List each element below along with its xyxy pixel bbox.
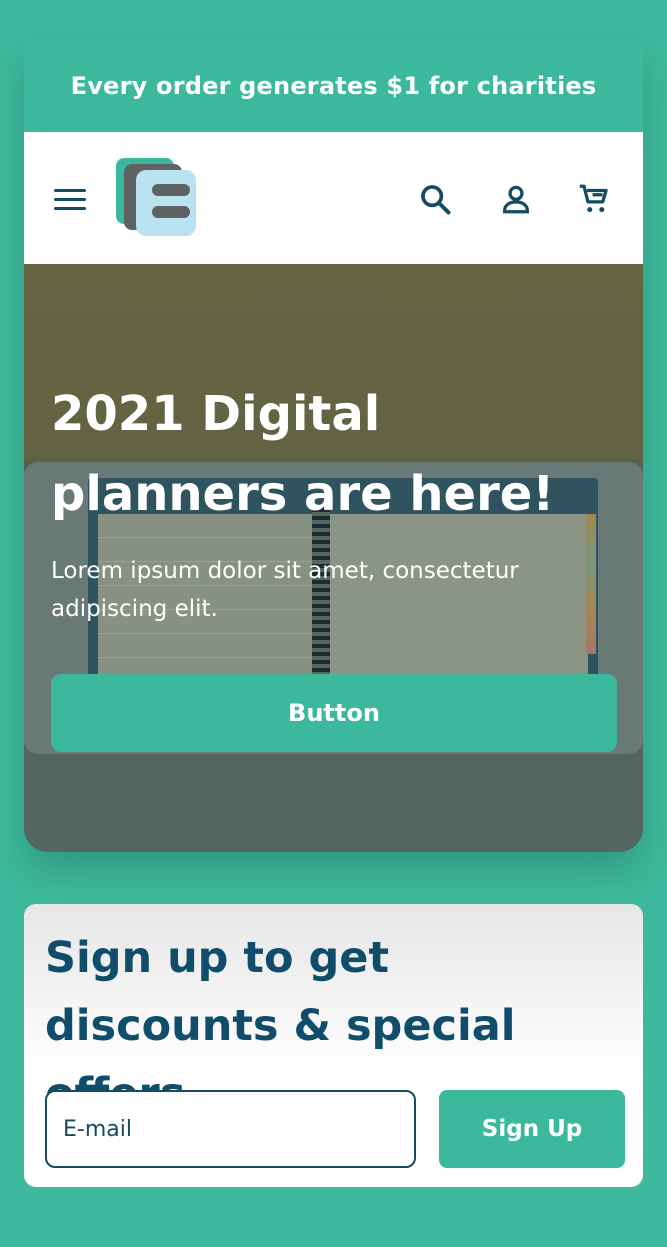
- search-icon[interactable]: [418, 182, 452, 216]
- mobile-page: Every order generates $1 for charities 2…: [24, 40, 643, 852]
- signup-section: Sign up to get discounts & special offer…: [24, 904, 643, 1187]
- hero-button[interactable]: Button: [51, 674, 617, 752]
- promo-text: Every order generates $1 for charities: [70, 72, 597, 100]
- hero-subtitle: Lorem ipsum dolor sit amet, consectetur …: [51, 558, 519, 622]
- site-header: [24, 132, 643, 264]
- user-icon[interactable]: [499, 182, 533, 216]
- cart-icon[interactable]: [577, 182, 611, 216]
- signup-button[interactable]: Sign Up: [439, 1090, 625, 1168]
- hamburger-menu-icon[interactable]: [54, 189, 86, 213]
- brand-logo[interactable]: [116, 158, 196, 238]
- promo-banner: Every order generates $1 for charities: [24, 40, 643, 132]
- email-field[interactable]: E-mail: [45, 1090, 416, 1168]
- hero-title: 2021 Digital planners are here!: [51, 386, 555, 522]
- hero-section: 2021 Digital planners are here! Lorem ip…: [24, 264, 643, 852]
